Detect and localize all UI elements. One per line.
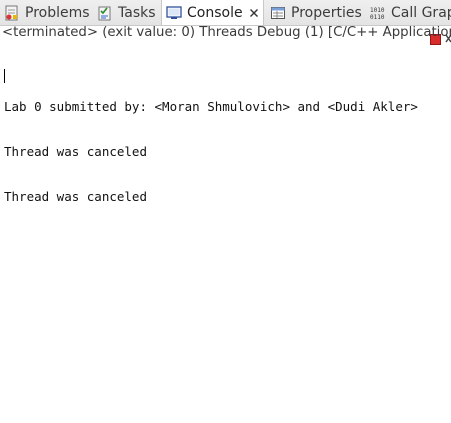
tab-tasks[interactable]: Tasks	[97, 0, 156, 25]
tab-call-graph[interactable]: 1010 0110 Call Grap	[370, 0, 451, 25]
console-output[interactable]: Lab 0 submitted by: <Moran Shmulovich> a…	[4, 69, 451, 234]
svg-text:1010: 1010	[370, 7, 385, 14]
close-icon[interactable]	[249, 8, 259, 18]
console-view: Problems Tasks Console Properties 1010 0…	[0, 0, 451, 423]
tab-tasks-label: Tasks	[118, 4, 156, 21]
call-graph-icon: 1010 0110	[370, 7, 385, 21]
properties-icon	[271, 6, 285, 19]
tab-properties-label: Properties	[291, 4, 362, 21]
tab-bar: Problems Tasks Console Properties 1010 0…	[0, 0, 451, 26]
tab-console[interactable]: Console	[161, 0, 264, 25]
text-caret	[4, 69, 5, 83]
tab-properties[interactable]: Properties	[270, 0, 362, 25]
console-line: Thread was canceled	[4, 189, 147, 204]
tasks-icon	[98, 6, 111, 20]
tab-console-label: Console	[187, 5, 243, 21]
problems-icon	[5, 5, 18, 20]
console-line: Thread was canceled	[4, 144, 147, 159]
console-line: Lab 0 submitted by: <Moran Shmulovich> a…	[4, 99, 418, 114]
tab-problems-label: Problems	[25, 4, 90, 21]
tab-call-graph-label: Call Grap	[391, 4, 451, 21]
tab-problems[interactable]: Problems	[4, 0, 90, 25]
svg-text:0110: 0110	[370, 14, 385, 21]
process-status-text: <terminated> (exit value: 0) Threads Deb…	[2, 25, 451, 40]
console-icon	[166, 6, 182, 19]
